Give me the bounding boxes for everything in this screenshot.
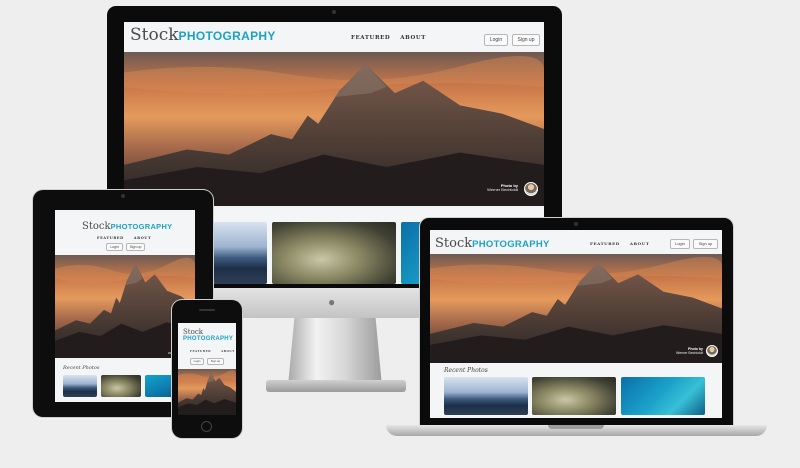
recent-photos-heading: Recent Photos xyxy=(63,365,100,371)
camera-icon xyxy=(332,10,336,14)
brand-word-stock: Stock xyxy=(435,236,473,251)
hero-image xyxy=(178,369,236,415)
recent-photo-fog[interactable] xyxy=(272,222,396,284)
brand-word-photography: PHOTOGRAPHY xyxy=(472,239,550,250)
main-nav: FEATURED ABOUT xyxy=(190,350,236,353)
iphone-screen: Stock PHOTOGRAPHY FEATURED ABOUT Login Si… xyxy=(178,323,236,415)
recent-photo-sea[interactable] xyxy=(444,377,528,415)
mountain-sunset-photo xyxy=(124,52,544,206)
brand-logo[interactable]: StockPHOTOGRAPHY xyxy=(82,217,172,233)
signup-button[interactable]: Sign up xyxy=(693,239,718,249)
brand-word-stock: Stock xyxy=(130,25,179,45)
nav-about[interactable]: ABOUT xyxy=(134,236,151,240)
nav-featured[interactable]: FEATURED xyxy=(97,236,124,240)
photographer-name: Werner Bechtoldt xyxy=(676,350,703,355)
photo-credit: Photo by Werner Bechtoldt xyxy=(487,183,518,193)
photographer-avatar[interactable] xyxy=(524,182,538,196)
nav-featured[interactable]: FEATURED xyxy=(590,241,620,246)
main-nav: FEATURED ABOUT xyxy=(97,236,161,240)
macbook-screen: StockPHOTOGRAPHY FEATURED ABOUT Login Sig… xyxy=(430,230,722,418)
nav-about[interactable]: ABOUT xyxy=(630,241,650,246)
photo-credit: Photo by Werner Bechtoldt xyxy=(676,347,703,355)
recent-photos-heading: Recent Photos xyxy=(444,367,488,374)
brand-word-photography: PHOTOGRAPHY xyxy=(110,222,173,231)
login-button[interactable]: Login xyxy=(190,358,204,365)
mountain-sunset-photo xyxy=(178,369,236,415)
camera-icon xyxy=(121,194,125,198)
nav-about[interactable]: ABOUT xyxy=(221,350,235,353)
hero-image: Photo by Werner Bechtoldt xyxy=(430,254,722,363)
brand-word-photography: PHOTOGRAPHY xyxy=(178,29,276,43)
brand-word-stock: Stock xyxy=(82,221,111,232)
macbook-notch xyxy=(548,425,604,429)
login-button[interactable]: Login xyxy=(484,34,508,46)
login-button[interactable]: Login xyxy=(106,243,123,251)
home-button-icon[interactable] xyxy=(201,421,212,432)
camera-icon xyxy=(574,222,578,226)
recent-photo-fog[interactable] xyxy=(101,375,141,397)
nav-featured[interactable]: FEATURED xyxy=(190,350,211,353)
speaker-grille xyxy=(199,309,215,311)
photographer-name: Werner Bechtoldt xyxy=(487,187,518,193)
signup-button[interactable]: Sign up xyxy=(207,358,224,365)
brand-logo[interactable]: StockPHOTOGRAPHY xyxy=(435,235,550,251)
recent-photo-sea[interactable] xyxy=(213,222,267,284)
recent-photo-fog[interactable] xyxy=(532,377,616,415)
brand-word-stock: Stock xyxy=(183,328,203,336)
main-nav: FEATURED ABOUT xyxy=(351,35,436,41)
signup-button[interactable]: Sign up xyxy=(512,34,540,46)
imac-stand-base xyxy=(266,380,406,392)
brand-logo[interactable]: Stock PHOTOGRAPHY xyxy=(183,328,234,343)
hero-image: Photo by Werner Bechtoldt xyxy=(124,52,544,206)
imac-stand-neck xyxy=(288,306,382,386)
signup-button[interactable]: Sign up xyxy=(126,243,145,251)
apple-logo-icon: ● xyxy=(328,295,336,309)
recent-photo-sea[interactable] xyxy=(63,375,97,397)
brand-logo[interactable]: StockPHOTOGRAPHY xyxy=(130,27,276,44)
login-button[interactable]: Login xyxy=(670,239,690,249)
recent-photo-teal[interactable] xyxy=(621,377,705,415)
nav-featured[interactable]: FEATURED xyxy=(351,35,390,41)
nav-about[interactable]: ABOUT xyxy=(400,35,426,41)
main-nav: FEATURED ABOUT xyxy=(590,241,659,246)
photographer-avatar[interactable] xyxy=(706,345,718,357)
brand-word-photography: PHOTOGRAPHY xyxy=(183,336,234,343)
